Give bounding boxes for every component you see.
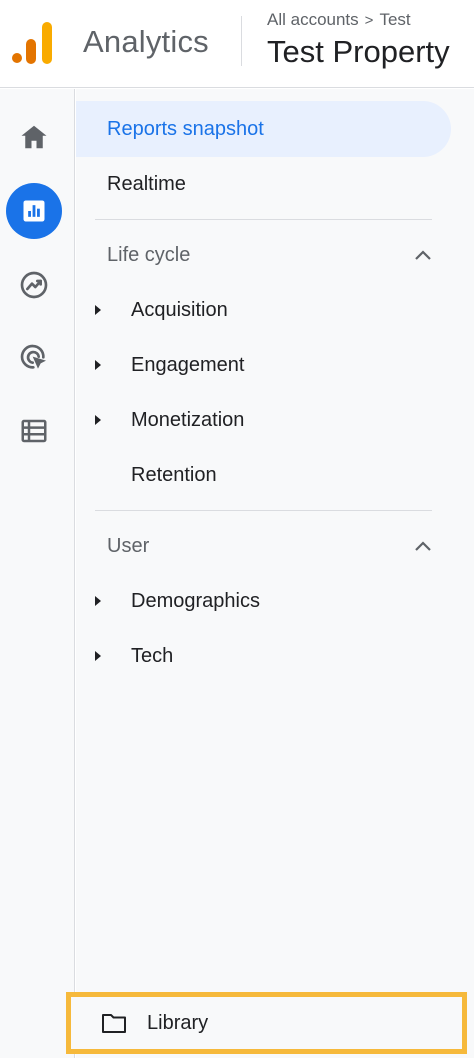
caret-right-icon bbox=[95, 596, 101, 606]
nav-item-tech[interactable]: Tech bbox=[94, 636, 173, 676]
chevron-up-icon[interactable] bbox=[414, 540, 432, 552]
nav-item-label: Engagement bbox=[131, 353, 245, 376]
rail-configure-button[interactable] bbox=[6, 403, 62, 459]
reports-nav-panel: Reports snapshot Realtime Life cycle Acq… bbox=[76, 89, 474, 1058]
nav-item-label: Retention bbox=[131, 463, 217, 486]
breadcrumb-separator: > bbox=[364, 11, 374, 29]
home-icon bbox=[21, 125, 47, 149]
breadcrumb[interactable]: All accounts > Test bbox=[267, 10, 411, 30]
nav-item-label: Monetization bbox=[131, 408, 245, 431]
chevron-up-icon[interactable] bbox=[414, 249, 432, 261]
nav-item-acquisition[interactable]: Acquisition bbox=[94, 290, 228, 330]
nav-library-label: Library bbox=[147, 1011, 209, 1034]
folder-icon bbox=[102, 1014, 126, 1033]
caret-right-icon bbox=[95, 415, 101, 425]
breadcrumb-account[interactable]: Test bbox=[379, 10, 410, 30]
nav-divider bbox=[95, 510, 432, 511]
section-user-header[interactable]: User bbox=[107, 526, 432, 566]
nav-item-label: Tech bbox=[131, 644, 174, 667]
section-user-title: User bbox=[107, 534, 150, 557]
header-divider bbox=[241, 16, 242, 66]
section-lifecycle-header[interactable]: Life cycle bbox=[107, 235, 432, 275]
section-lifecycle-title: Life cycle bbox=[107, 243, 191, 266]
nav-library[interactable]: Library bbox=[66, 992, 467, 1054]
nav-reports-snapshot[interactable]: Reports snapshot bbox=[76, 101, 451, 157]
app-header: Analytics All accounts > Test Test Prope… bbox=[0, 0, 474, 88]
nav-realtime[interactable]: Realtime bbox=[107, 164, 186, 204]
rail-home-button[interactable] bbox=[6, 109, 62, 165]
nav-item-retention[interactable]: Retention bbox=[94, 455, 217, 495]
nav-item-label: Demographics bbox=[131, 589, 260, 612]
advertising-icon bbox=[20, 344, 46, 369]
property-title[interactable]: Test Property bbox=[267, 34, 450, 70]
rail-reports-button[interactable] bbox=[6, 183, 62, 239]
nav-item-demographics[interactable]: Demographics bbox=[94, 581, 260, 621]
nav-divider bbox=[95, 219, 432, 220]
caret-right-icon bbox=[95, 360, 101, 370]
configure-icon bbox=[21, 419, 47, 443]
nav-item-engagement[interactable]: Engagement bbox=[94, 345, 244, 385]
reports-icon bbox=[23, 200, 45, 222]
analytics-logo[interactable] bbox=[12, 22, 56, 64]
nav-item-monetization[interactable]: Monetization bbox=[94, 400, 244, 440]
caret-right-icon bbox=[95, 305, 101, 315]
rail-advertising-button[interactable] bbox=[6, 330, 62, 386]
breadcrumb-root[interactable]: All accounts bbox=[267, 10, 359, 30]
left-rail bbox=[0, 89, 75, 1058]
nav-item-label: Acquisition bbox=[131, 298, 228, 321]
explore-icon bbox=[20, 271, 48, 299]
app-title: Analytics bbox=[83, 24, 209, 59]
caret-right-icon bbox=[95, 651, 101, 661]
rail-explore-button[interactable] bbox=[6, 257, 62, 313]
